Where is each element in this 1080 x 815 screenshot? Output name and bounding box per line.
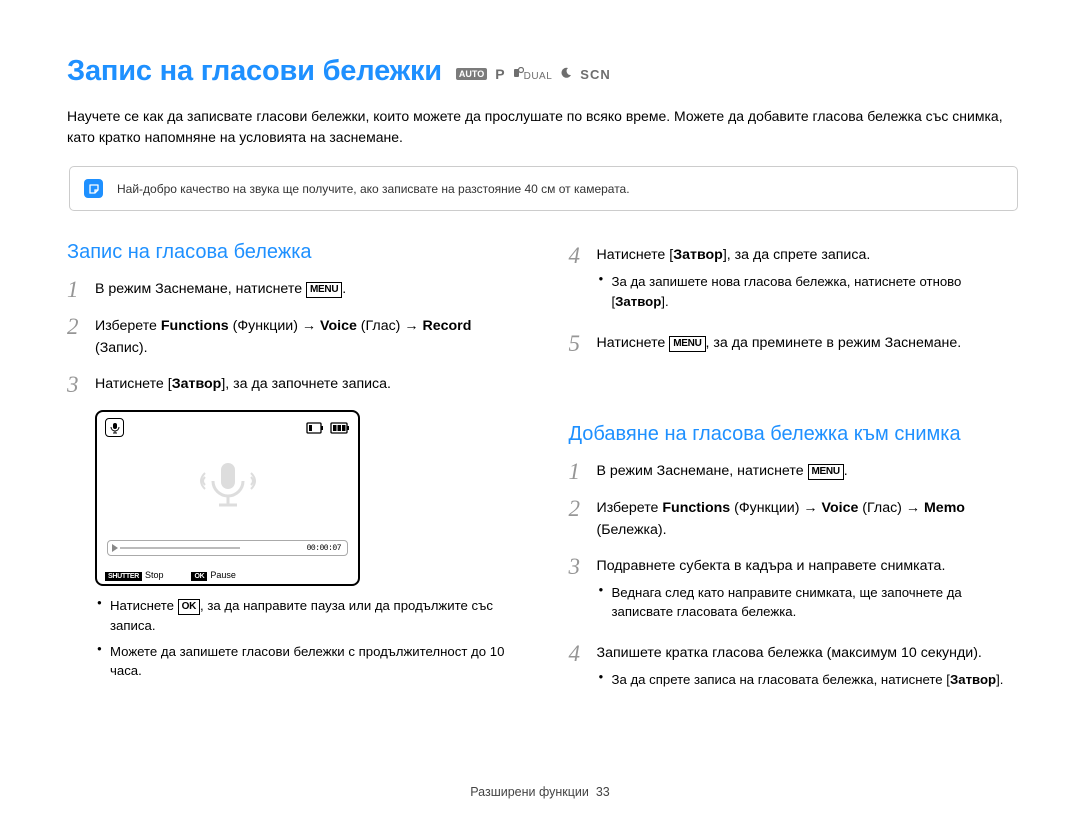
step-text: Запишете кратка гласова бележка (максиму… xyxy=(597,642,1021,696)
note-box: Най-добро качество на звука ще получите,… xyxy=(69,166,1018,211)
b-step-1: 1 В режим Заснемане, натиснете MENU. xyxy=(569,460,1021,483)
bullet: Веднага след като направите снимката, ще… xyxy=(599,583,1021,623)
battery-icons xyxy=(306,422,350,434)
title-line: Запис на гласови бележки AUTO P DUAL SCN xyxy=(67,55,1020,88)
progress-bar: 00:00:07 xyxy=(107,540,348,556)
p-mode-badge: P xyxy=(495,66,505,82)
step-text: Натиснете MENU, за да преминете в режим … xyxy=(597,332,1021,355)
step-number: 5 xyxy=(569,332,587,355)
step-number: 2 xyxy=(569,497,587,541)
subheading-record: Запис на гласова бележка xyxy=(67,241,519,264)
lcd-topbar xyxy=(105,418,350,437)
note-icon xyxy=(84,179,103,198)
menu-button-box: MENU xyxy=(808,464,844,480)
intro-text: Научете се как да записвате гласови беле… xyxy=(67,106,1020,148)
right-step-5: 5 Натиснете MENU, за да преминете в режи… xyxy=(569,332,1021,355)
storage-icon xyxy=(306,422,324,434)
step-text: В режим Заснемане, натиснете MENU. xyxy=(597,460,1021,483)
b-step-2: 2 Изберете Functions (Функции) → Voice (… xyxy=(569,497,1021,541)
b-step4-bullets: За да спрете записа на гласовата бележка… xyxy=(597,670,1021,690)
play-icon xyxy=(112,544,118,552)
step-text: Изберете Functions (Функции) → Voice (Гл… xyxy=(597,497,1021,541)
mode-icons: AUTO P DUAL SCN xyxy=(456,66,611,82)
menu-button-box: MENU xyxy=(669,336,705,352)
auto-mode-badge: AUTO xyxy=(456,68,487,80)
left-step-3: 3 Натиснете [Затвор], за да започнете за… xyxy=(67,373,519,396)
step-number: 2 xyxy=(67,315,85,359)
left-column: Запис на гласова бележка 1 В режим Засне… xyxy=(67,241,519,710)
dual-icon xyxy=(514,67,524,79)
b-step-4: 4 Запишете кратка гласова бележка (макси… xyxy=(569,642,1021,696)
step-number: 3 xyxy=(67,373,85,396)
left-sub-bullets: Натиснете OK, за да направите пауза или … xyxy=(95,596,519,681)
lcd-bottombar: SHUTTERStop OKPause xyxy=(105,570,350,580)
elapsed-time: 00:00:07 xyxy=(307,544,341,553)
ok-button-box: OK xyxy=(178,599,200,615)
step-text: Изберете Functions (Функции) → Voice (Гл… xyxy=(95,315,519,359)
microphone-large-icon xyxy=(199,457,257,520)
battery-icon xyxy=(330,422,350,434)
subheading-add-memo: Добавяне на гласова бележка към снимка xyxy=(569,423,1021,446)
note-text: Най-добро качество на звука ще получите,… xyxy=(117,182,630,196)
bullet: Натиснете OK, за да направите пауза или … xyxy=(97,596,519,636)
dual-mode-badge: DUAL xyxy=(514,67,553,82)
ok-pause-label: OKPause xyxy=(191,570,235,580)
step-number: 3 xyxy=(569,555,587,629)
bullet: За да запишете нова гласова бележка, нат… xyxy=(599,272,1021,312)
step-number: 4 xyxy=(569,642,587,696)
step-number: 4 xyxy=(569,244,587,318)
step-text: Подравнете субекта в кадъра и направете … xyxy=(597,555,1021,629)
page-title: Запис на гласови бележки xyxy=(67,55,442,88)
b-step-3: 3 Подравнете субекта в кадъра и направет… xyxy=(569,555,1021,629)
mic-indicator-icon xyxy=(105,418,124,437)
step-number: 1 xyxy=(67,278,85,301)
left-step-1: 1 В режим Заснемане, натиснете MENU. xyxy=(67,278,519,301)
right-column: 4 Натиснете [Затвор], за да спрете запис… xyxy=(569,241,1021,710)
step-text: Натиснете [Затвор], за да спрете записа.… xyxy=(597,244,1021,318)
menu-button-box: MENU xyxy=(306,282,342,298)
night-mode-icon xyxy=(560,67,572,82)
page: Запис на гласови бележки AUTO P DUAL SCN… xyxy=(0,0,1080,815)
progress-track xyxy=(120,544,240,552)
step4-bullets: За да запишете нова гласова бележка, нат… xyxy=(597,272,1021,312)
right-step-4: 4 Натиснете [Затвор], за да спрете запис… xyxy=(569,244,1021,318)
b-step3-bullets: Веднага след като направите снимката, ще… xyxy=(597,583,1021,623)
scn-mode-badge: SCN xyxy=(580,67,610,82)
page-footer: Разширени функции 33 xyxy=(0,785,1080,799)
bullet: Можете да запишете гласови бележки с про… xyxy=(97,642,519,682)
columns: Запис на гласова бележка 1 В режим Засне… xyxy=(67,241,1020,710)
bullet: За да спрете записа на гласовата бележка… xyxy=(599,670,1021,690)
step-text: В режим Заснемане, натиснете MENU. xyxy=(95,278,519,301)
camera-lcd-illustration: 00:00:07 SHUTTERStop OKPause xyxy=(95,410,360,586)
shutter-stop-label: SHUTTERStop xyxy=(105,570,163,580)
step-text: Натиснете [Затвор], за да започнете запи… xyxy=(95,373,519,396)
left-step-2: 2 Изберете Functions (Функции) → Voice (… xyxy=(67,315,519,359)
step-number: 1 xyxy=(569,460,587,483)
